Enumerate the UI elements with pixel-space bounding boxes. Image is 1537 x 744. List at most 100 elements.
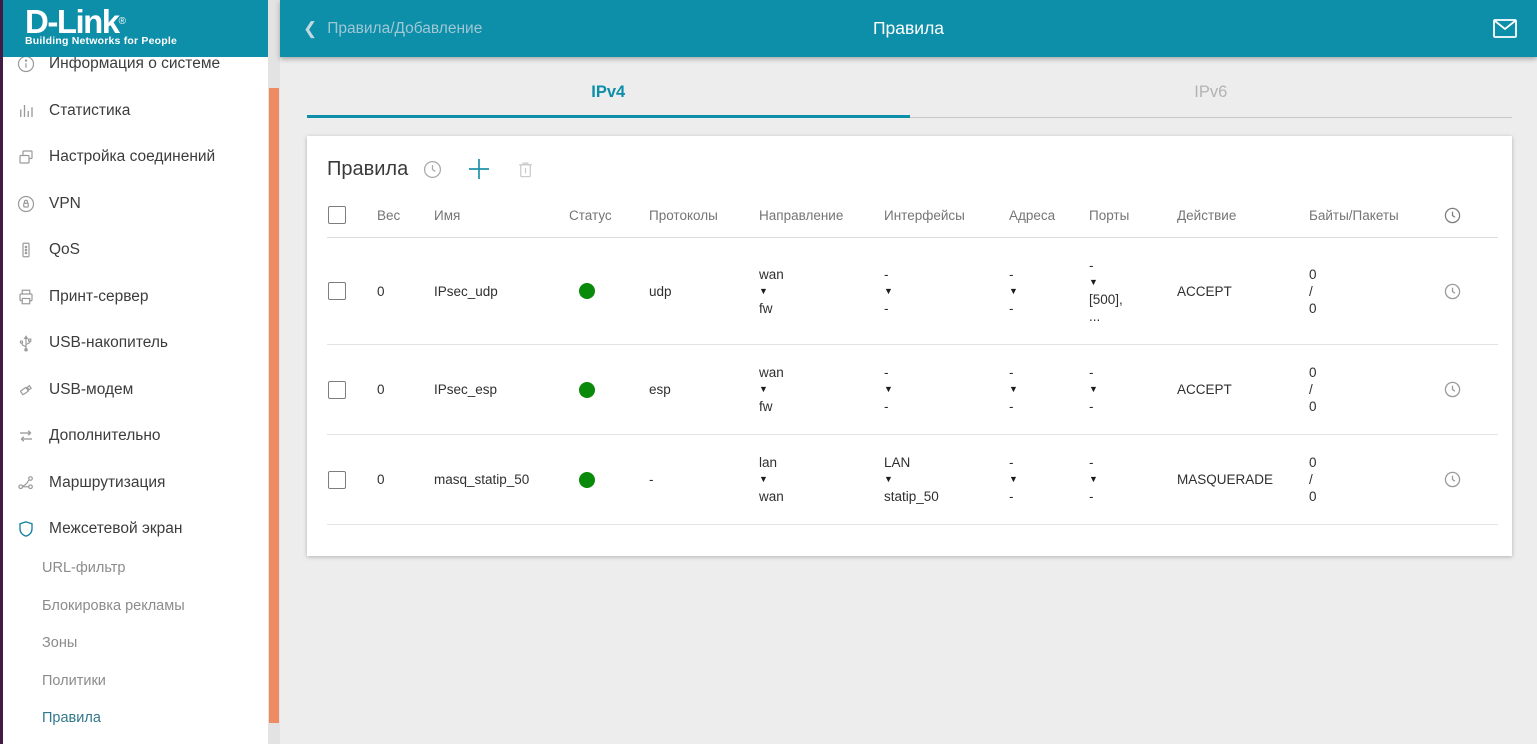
- cell-action: ACCEPT: [1177, 382, 1309, 397]
- rules-panel: Правила Вес Имя Статус Протоколы Направл…: [307, 136, 1512, 556]
- sidebar-item-label: USB-модем: [49, 381, 133, 399]
- table-header-row: Вес Имя Статус Протоколы Направление Инт…: [327, 193, 1498, 238]
- sidebar-item-routing[interactable]: Маршрутизация: [0, 460, 268, 507]
- col-bytes: Байты/Пакеты: [1309, 208, 1444, 223]
- cell-action: ACCEPT: [1177, 284, 1309, 299]
- panel-title: Правила: [327, 158, 408, 181]
- sidebar-subitem-ad-block[interactable]: Блокировка рекламы: [0, 587, 268, 625]
- interfaces-to: -: [884, 300, 1003, 317]
- addresses-to: -: [1009, 488, 1083, 505]
- sidebar-item-label: Межсетевой экран: [49, 520, 182, 538]
- swap-arrows-icon: [17, 427, 35, 445]
- table-row[interactable]: 0 masq_statip_50 - lan ▼ wan LAN ▼ stati…: [327, 435, 1498, 525]
- col-schedule-clock-icon: [1444, 207, 1461, 224]
- select-all-checkbox[interactable]: [328, 206, 346, 224]
- arrow-down-icon: ▼: [1009, 471, 1083, 488]
- arrow-down-icon: ▼: [884, 471, 1003, 488]
- delete-rule-button[interactable]: [516, 160, 535, 179]
- addresses-from: -: [1009, 454, 1083, 471]
- tab-ipv4[interactable]: IPv4: [307, 57, 910, 118]
- page-title: Правила: [873, 18, 944, 39]
- breadcrumb-label[interactable]: Правила/Добавление: [327, 20, 482, 38]
- arrow-down-icon: ▼: [1089, 471, 1171, 488]
- sidebar-scrollbar-track[interactable]: [268, 0, 280, 744]
- sidebar-item-advanced[interactable]: Дополнительно: [0, 413, 268, 460]
- cell-direction: lan ▼ wan: [759, 454, 884, 505]
- interfaces-from: -: [884, 364, 1003, 381]
- breadcrumb[interactable]: ❮ Правила/Добавление: [303, 0, 482, 57]
- row-schedule-clock-icon[interactable]: [1444, 471, 1461, 488]
- back-chevron-icon[interactable]: ❮: [303, 20, 317, 37]
- ports-to: -: [1089, 488, 1171, 505]
- cell-addresses: - ▼ -: [1009, 454, 1089, 505]
- row-schedule-clock-icon[interactable]: [1444, 381, 1461, 398]
- cell-weight: 0: [377, 472, 434, 487]
- sidebar-item-usb-modem[interactable]: USB-модем: [0, 367, 268, 414]
- direction-to: fw: [759, 300, 878, 317]
- cell-addresses: - ▼ -: [1009, 364, 1089, 415]
- cell-interfaces: - ▼ -: [884, 364, 1009, 415]
- sidebar-item-label: Дополнительно: [49, 427, 161, 445]
- table-row[interactable]: 0 IPsec_esp esp wan ▼ fw - ▼ - - ▼ -: [327, 345, 1498, 435]
- col-status: Статус: [569, 208, 649, 223]
- sidebar-nav: Информация о системе Статистика Настройк…: [0, 41, 268, 737]
- cell-protocols: udp: [649, 284, 759, 299]
- schedule-clock-icon[interactable]: [423, 160, 442, 179]
- rules-table: Вес Имя Статус Протоколы Направление Инт…: [307, 193, 1512, 525]
- usb-icon: [17, 334, 35, 352]
- sidebar-scrollbar-thumb[interactable]: [269, 88, 279, 723]
- addresses-from: -: [1009, 364, 1083, 381]
- cell-protocols: -: [649, 472, 759, 487]
- sidebar-item-vpn[interactable]: VPN: [0, 181, 268, 228]
- sidebar-item-label: Маршрутизация: [49, 474, 165, 492]
- window-edge-strip: [0, 0, 3, 744]
- cell-weight: 0: [377, 284, 434, 299]
- row-checkbox[interactable]: [328, 471, 346, 489]
- add-rule-button[interactable]: [467, 157, 491, 181]
- cell-direction: wan ▼ fw: [759, 364, 884, 415]
- tab-ipv6[interactable]: IPv6: [910, 57, 1513, 118]
- direction-from: wan: [759, 266, 878, 283]
- direction-from: lan: [759, 454, 878, 471]
- sidebar-item-label: Настройка соединений: [49, 148, 215, 166]
- sidebar-item-connections[interactable]: Настройка соединений: [0, 134, 268, 181]
- sidebar-subitem-rules[interactable]: Правила: [0, 700, 268, 738]
- sidebar-item-usb-storage[interactable]: USB-накопитель: [0, 320, 268, 367]
- col-name: Имя: [434, 208, 569, 223]
- row-checkbox[interactable]: [328, 282, 346, 300]
- status-enabled-dot: [579, 283, 595, 299]
- interfaces-to: -: [884, 398, 1003, 415]
- arrow-down-icon: ▼: [884, 381, 1003, 398]
- sidebar-subitem-url-filter[interactable]: URL-фильтр: [0, 550, 268, 588]
- sidebar-item-label: USB-накопитель: [49, 334, 168, 352]
- arrow-down-icon: ▼: [759, 283, 878, 300]
- subitem-label: Правила: [42, 710, 101, 726]
- arrow-down-icon: ▼: [759, 471, 878, 488]
- addresses-from: -: [1009, 266, 1083, 283]
- interfaces-to: statip_50: [884, 488, 1003, 505]
- top-header: ❮ Правила/Добавление Правила: [280, 0, 1537, 57]
- col-protocols: Протоколы: [649, 208, 759, 223]
- info-icon: [17, 55, 35, 73]
- printer-icon: [17, 288, 35, 306]
- mail-icon[interactable]: [1493, 19, 1517, 38]
- sidebar-item-print-server[interactable]: Принт-сервер: [0, 274, 268, 321]
- ports-from: -: [1089, 257, 1171, 274]
- registered-mark: ®: [119, 16, 125, 27]
- table-row[interactable]: 0 IPsec_udp udp wan ▼ fw - ▼ - - ▼ -: [327, 238, 1498, 345]
- row-checkbox[interactable]: [328, 381, 346, 399]
- sidebar-item-qos[interactable]: QoS: [0, 227, 268, 274]
- direction-to: fw: [759, 398, 878, 415]
- cell-addresses: - ▼ -: [1009, 266, 1089, 317]
- col-interfaces: Интерфейсы: [884, 208, 1009, 223]
- status-enabled-dot: [579, 472, 595, 488]
- sidebar-subitem-zones[interactable]: Зоны: [0, 625, 268, 663]
- sidebar-subitem-policies[interactable]: Политики: [0, 662, 268, 700]
- sidebar-item-statistics[interactable]: Статистика: [0, 88, 268, 135]
- sidebar: Информация о системе Статистика Настройк…: [0, 0, 280, 744]
- row-schedule-clock-icon[interactable]: [1444, 283, 1461, 300]
- ports-to: [500], ...: [1089, 291, 1171, 325]
- cell-weight: 0: [377, 382, 434, 397]
- addresses-to: -: [1009, 398, 1083, 415]
- sidebar-item-firewall[interactable]: Межсетевой экран: [0, 506, 268, 553]
